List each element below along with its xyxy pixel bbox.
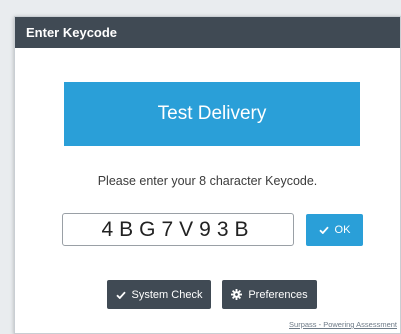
keycode-input[interactable]: [62, 213, 294, 246]
dialog-title: Enter Keycode: [15, 17, 400, 48]
preferences-label: Preferences: [248, 288, 308, 301]
system-check-label: System Check: [131, 288, 203, 301]
keycode-dialog: Enter Keycode Test Delivery Please enter…: [14, 16, 401, 334]
banner-text: Test Delivery: [157, 103, 267, 124]
footer-link[interactable]: Surpass - Powering Assessment: [289, 320, 397, 329]
test-delivery-banner: Test Delivery: [64, 82, 360, 146]
ok-button-label: OK: [334, 224, 351, 236]
preferences-button[interactable]: Preferences: [222, 280, 317, 309]
check-icon: [318, 226, 329, 234]
system-check-button[interactable]: System Check: [107, 280, 211, 309]
gear-icon: [231, 289, 243, 300]
keycode-prompt: Please enter your 8 character Keycode.: [97, 174, 318, 188]
check-icon: [115, 291, 126, 299]
ok-button[interactable]: OK: [306, 214, 363, 246]
